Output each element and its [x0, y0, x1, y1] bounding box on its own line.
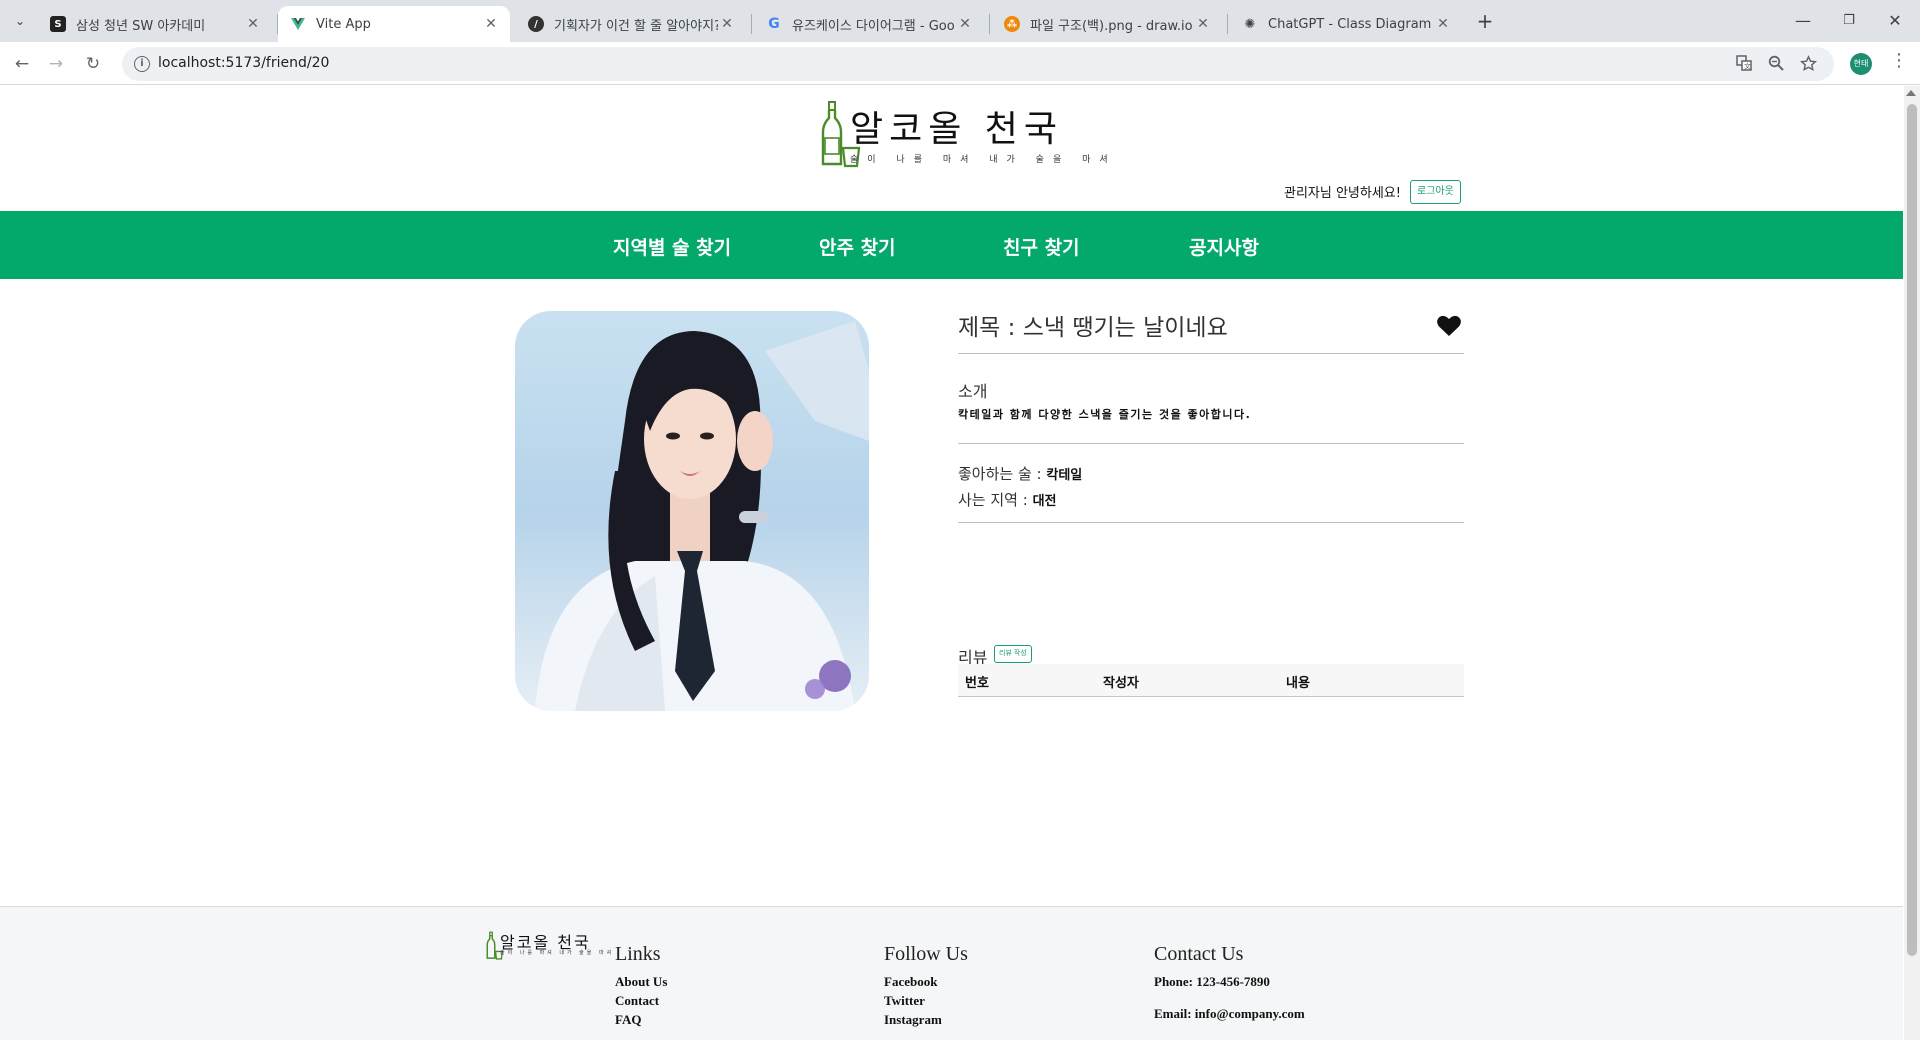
intro-label: 소개: [958, 382, 988, 401]
browser-tab[interactable]: S 삼성 청년 SW 아카데미 ✕: [38, 6, 272, 42]
reload-button[interactable]: ↻: [78, 49, 108, 79]
logout-button[interactable]: 로그아웃: [1410, 180, 1461, 204]
browser-tab[interactable]: ✺ ChatGPT - Class Diagram Crea ✕: [1230, 6, 1462, 42]
close-tab-icon[interactable]: ✕: [1194, 16, 1212, 32]
footer-logo[interactable]: 알코올 천국 술이 나를 마셔 내가 술을 마셔: [486, 929, 611, 965]
browser-menu-icon[interactable]: ⋮: [1890, 50, 1908, 71]
region-value: 대전: [1032, 494, 1057, 509]
tab-divider: [751, 14, 752, 34]
back-button[interactable]: ←: [7, 49, 37, 79]
svg-text:文: 文: [1744, 62, 1751, 71]
ssafy-favicon-icon: S: [50, 16, 66, 32]
page-viewport: 알코올 천국 술이 나를 마셔 내가 술을 마셔 관리자님 안녕하세요! 로그아…: [0, 86, 1903, 1040]
review-table-header: 번호 작성자 내용: [958, 664, 1464, 697]
close-tab-icon[interactable]: ✕: [956, 16, 974, 32]
footer-logo-subtitle: 술이 나를 마셔 내가 술을 마셔: [500, 950, 615, 956]
footer-link-instagram[interactable]: Instagram: [884, 1012, 968, 1031]
footer-phone: Phone: 123-456-7890: [1154, 974, 1270, 989]
favorite-drink-row: 좋아하는 술 : 칵테일: [958, 463, 1082, 484]
browser-tab-active[interactable]: Vite App ✕: [278, 6, 510, 42]
nav-item-find-snacks[interactable]: 안주 찾기: [819, 233, 896, 260]
browser-toolbar: ← → ↻ i localhost:5173/friend/20 文 현태 ⋮: [0, 42, 1920, 85]
close-tab-icon[interactable]: ✕: [244, 16, 262, 32]
browser-tab[interactable]: G 유즈케이스 다이어그램 - Goo ✕: [754, 6, 984, 42]
divider: [958, 353, 1464, 354]
close-tab-icon[interactable]: ✕: [482, 16, 500, 32]
footer-link-about[interactable]: About Us: [615, 974, 667, 993]
nav-item-regional-drinks[interactable]: 지역별 술 찾기: [613, 233, 731, 260]
nav-item-find-friends[interactable]: 친구 찾기: [1003, 233, 1080, 260]
write-review-button[interactable]: 리뷰 작성: [994, 645, 1032, 663]
browser-tab[interactable]: / 기획자가 이건 할 줄 알아야지? ✕: [516, 6, 746, 42]
footer-link-twitter[interactable]: Twitter: [884, 993, 968, 1012]
friend-profile-photo: [515, 311, 869, 711]
google-favicon-icon: G: [768, 16, 780, 32]
favorite-drink-label: 좋아하는 술 :: [958, 465, 1047, 483]
review-col-author: 작성자: [1103, 676, 1139, 691]
footer-links-column: Links About Us Contact FAQ: [615, 943, 667, 1031]
zoom-icon[interactable]: [1768, 55, 1784, 75]
profile-avatar[interactable]: 현태: [1850, 53, 1872, 75]
address-bar[interactable]: i localhost:5173/friend/20 文: [122, 47, 1834, 81]
footer-contact-column: Contact Us Phone: 123-456-7890 Email: in…: [1154, 943, 1305, 1025]
minimize-window-button[interactable]: —: [1780, 6, 1826, 36]
favorite-drink-value: 칵테일: [1046, 468, 1083, 483]
post-title: 제목 : 스낵 땡기는 날이네요: [958, 315, 1228, 341]
tab-divider: [989, 14, 990, 34]
drawio-favicon-icon: ⁂: [1004, 16, 1020, 32]
main-nav: 지역별 술 찾기 안주 찾기 친구 찾기 공지사항: [0, 211, 1903, 279]
nav-item-notices[interactable]: 공지사항: [1189, 233, 1259, 260]
site-footer: 알코올 천국 술이 나를 마셔 내가 술을 마셔 Links About Us …: [0, 906, 1903, 1040]
scroll-up-arrow-icon[interactable]: [1906, 90, 1916, 96]
chatgpt-favicon-icon: ✺: [1244, 16, 1256, 32]
site-logo[interactable]: 알코올 천국 술이 나를 마셔 내가 술을 마셔: [820, 100, 1108, 170]
footer-follow-heading: Follow Us: [884, 943, 968, 965]
logo-title: 알코올 천국: [850, 109, 1064, 150]
browser-tab[interactable]: ⁂ 파일 구조(백).png - draw.io ✕: [992, 6, 1222, 42]
footer-follow-column: Follow Us Facebook Twitter Instagram: [884, 943, 968, 1031]
divider: [958, 443, 1464, 444]
footer-link-facebook[interactable]: Facebook: [884, 974, 968, 993]
site-info-icon[interactable]: i: [134, 56, 150, 72]
tab-divider: [1227, 14, 1228, 34]
review-col-number: 번호: [965, 676, 989, 691]
footer-links-heading: Links: [615, 943, 661, 965]
region-label: 사는 지역 :: [958, 491, 1033, 509]
footer-link-faq[interactable]: FAQ: [615, 1012, 667, 1031]
greeting-text: 관리자님 안녕하세요!: [1284, 186, 1401, 201]
vite-favicon-icon: [290, 16, 306, 32]
tab-search-icon[interactable]: ⌄: [8, 9, 32, 33]
translate-icon[interactable]: 文: [1736, 55, 1752, 75]
region-row: 사는 지역 : 대전: [958, 489, 1056, 510]
close-tab-icon[interactable]: ✕: [1434, 16, 1452, 32]
footer-link-contact[interactable]: Contact: [615, 993, 667, 1012]
divider: [958, 522, 1464, 523]
logo-subtitle: 술이 나를 마셔 내가 술을 마셔: [850, 155, 1117, 165]
url-text[interactable]: localhost:5173/friend/20: [158, 55, 329, 71]
heart-icon[interactable]: [1436, 314, 1462, 338]
forward-button[interactable]: →: [41, 49, 71, 79]
close-tab-icon[interactable]: ✕: [718, 16, 736, 32]
footer-contact-heading: Contact Us: [1154, 943, 1244, 965]
new-tab-button[interactable]: +: [1472, 8, 1498, 34]
close-window-button[interactable]: ✕: [1872, 6, 1918, 36]
footer-email: Email: info@company.com: [1154, 1006, 1305, 1021]
review-col-content: 내용: [1286, 676, 1310, 691]
scrollbar-thumb[interactable]: [1907, 104, 1917, 956]
bookmark-star-icon[interactable]: [1799, 55, 1818, 76]
restore-window-button[interactable]: ❐: [1826, 6, 1872, 36]
velog-favicon-icon: /: [528, 16, 544, 32]
intro-text: 칵테일과 함께 다양한 스낵을 즐기는 것을 좋아합니다.: [958, 408, 1252, 421]
browser-tabstrip: ⌄ S 삼성 청년 SW 아카데미 ✕ Vite App ✕ / 기획자가 이건…: [0, 0, 1920, 42]
